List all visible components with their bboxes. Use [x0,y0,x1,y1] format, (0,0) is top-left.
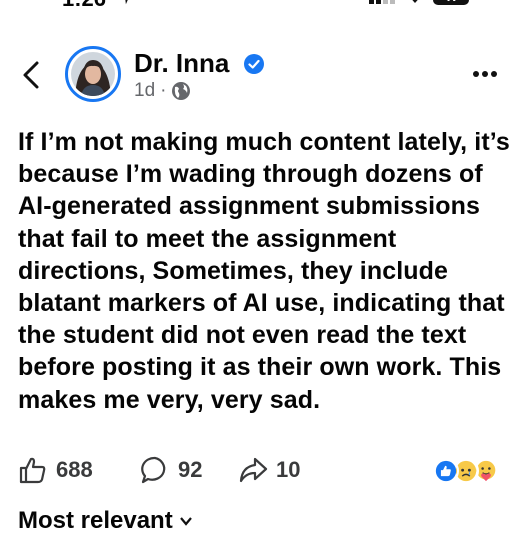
post-action-bar: 688 92 10 [0,455,518,489]
like-count: 688 [56,457,93,482]
comment-sort-label: Most relevant [18,507,173,534]
wifi-icon [412,0,418,3]
like-button[interactable]: 688 [18,455,93,485]
comment-bubble-icon [141,456,166,484]
like-reaction-icon [433,458,459,484]
meta-separator: · [160,80,167,101]
avatar[interactable] [65,46,121,102]
author-name[interactable]: Dr. Inna [134,48,229,79]
comment-count: 92 [178,457,203,482]
share-count: 10 [276,457,301,482]
share-arrow-icon [239,457,268,483]
more-options-icon[interactable] [472,70,498,78]
post-header: Dr. Inna 1d · [0,40,518,110]
status-time: 1:26 [62,0,106,12]
battery-indicator: 47 [433,0,469,5]
location-arrow-icon [125,0,128,5]
profile-photo [71,52,115,96]
globe-icon [172,82,191,100]
comment-button[interactable]: 92 [140,455,202,485]
back-chevron-icon[interactable] [20,60,42,90]
verified-badge-icon [244,54,264,74]
share-button[interactable]: 10 [238,455,300,485]
status-bar: 1:26 47 [0,0,518,16]
cellular-signal-icon [369,0,395,4]
comment-sort-dropdown[interactable]: Most relevant [18,507,193,535]
reaction-summary[interactable] [433,458,503,484]
post-meta: 1d · [134,80,191,102]
post-body: If I’m not making much content lately, i… [18,128,510,414]
post-age[interactable]: 1d [134,80,155,102]
chevron-down-icon [179,517,192,526]
thumbs-up-icon [19,457,46,484]
